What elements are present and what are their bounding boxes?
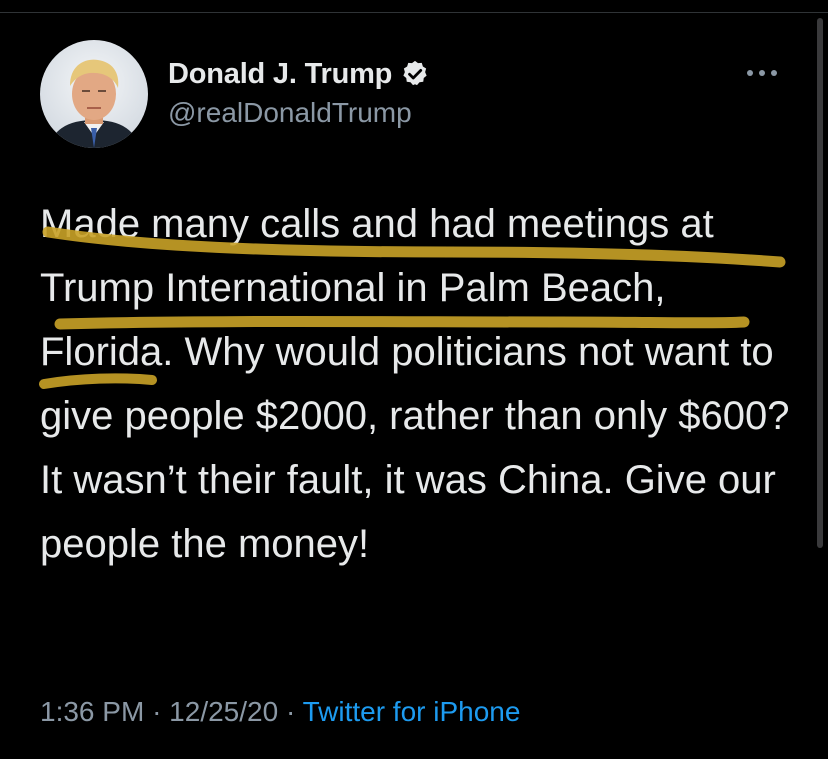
more-options-icon[interactable] xyxy=(740,60,784,86)
user-handle[interactable]: @realDonaldTrump xyxy=(168,97,412,129)
top-divider xyxy=(0,12,828,13)
tweet-metadata: 1:36 PM · 12/25/20 · Twitter for iPhone xyxy=(40,696,520,728)
tweet-source-link[interactable]: Twitter for iPhone xyxy=(303,696,521,727)
profile-photo-icon[interactable] xyxy=(40,40,148,148)
tweet-time[interactable]: 1:36 PM xyxy=(40,696,144,727)
tweet-text: Made many calls and had meetings at Trum… xyxy=(40,202,790,566)
display-name[interactable]: Donald J. Trump xyxy=(168,58,392,91)
meta-separator: · xyxy=(152,696,162,727)
verified-badge-icon xyxy=(403,60,427,86)
author-name-row[interactable]: Donald J. Trump xyxy=(168,54,430,94)
meta-separator: · xyxy=(285,696,296,727)
tweet-date[interactable]: 12/25/20 xyxy=(169,696,278,727)
scrollbar[interactable] xyxy=(817,18,823,548)
